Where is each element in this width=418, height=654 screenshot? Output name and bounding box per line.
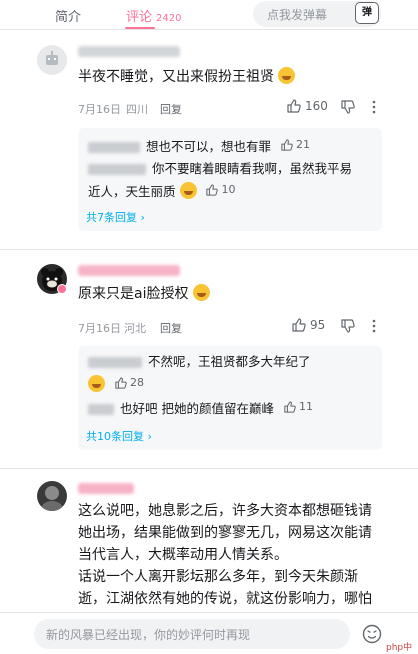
user-photo-icon xyxy=(41,486,63,511)
sub-like-count: 28 xyxy=(129,376,144,389)
sub-reply: 想也不可以，想也有罪 21 xyxy=(88,135,310,157)
comment-date: 7月16日 xyxy=(78,103,121,116)
sub-reply-username[interactable] xyxy=(88,142,140,153)
sub-reply: 你不要瞎着眼睛看我啊，虽然我平易 xyxy=(88,159,378,179)
avatar[interactable] xyxy=(37,45,67,75)
comment-input[interactable]: 新的风暴已经出现，你的妙评何时再现 xyxy=(34,619,350,649)
thumbs-up-icon xyxy=(292,318,306,332)
avatar[interactable] xyxy=(37,481,67,511)
top-tab-bar: 简介 评论 2420 点我发弹幕 弹 xyxy=(0,0,418,30)
sub-like-count: 21 xyxy=(296,138,310,151)
thumbs-down-icon[interactable] xyxy=(341,319,355,333)
comment-line: 逝，江湖依然有她的传说，就这份影响力，哪怕 xyxy=(78,591,372,607)
sub-replies-panel: 想也不可以，想也有罪 21 你不要瞎着眼睛看我啊，虽然我平易 近人，天生丽质 1… xyxy=(78,128,382,231)
comment-text-content: 原来只是ai脸授权 xyxy=(78,286,189,302)
vip-badge-icon xyxy=(57,284,67,294)
like-button[interactable]: 95 xyxy=(292,318,325,332)
sub-like-button[interactable]: 28 xyxy=(115,373,144,393)
sub-reply-username[interactable] xyxy=(88,404,114,415)
comment-line: 话说一个人离开影坛那么多年，到今天朱颜渐 xyxy=(78,569,358,585)
like-button[interactable]: 160 xyxy=(287,99,328,113)
sub-reply-text-line1: 你不要瞎着眼睛看我啊，虽然我平易 xyxy=(152,161,353,176)
reply-button[interactable]: 回复 xyxy=(160,101,182,117)
sub-like-count: 11 xyxy=(298,400,313,413)
danmaku-toggle-icon[interactable]: 弹 xyxy=(355,2,379,24)
comment-text: 这么说吧，她息影之后，许多大资本都想砸钱请 她出场，结果能做到的寥寥无几，网易这… xyxy=(78,500,398,610)
comment-divider xyxy=(0,249,418,250)
sub-reply-continued: 近人，天生丽质 10 xyxy=(88,180,235,202)
comment-text: 半夜不睡觉，又出来假扮王祖贤 xyxy=(78,66,296,88)
thumbs-down-icon[interactable] xyxy=(341,100,355,114)
comment-location: 河北 xyxy=(124,322,146,335)
thumbs-up-icon xyxy=(115,377,127,389)
shocked-emoji-icon xyxy=(278,67,296,84)
tab-comments-label: 评论 xyxy=(126,10,153,25)
laughing-emoji-icon xyxy=(88,375,105,392)
sub-reply-text: 也好吧 把她的颜值留在巅峰 xyxy=(120,401,274,416)
thumbs-up-icon xyxy=(206,184,219,196)
like-count: 160 xyxy=(305,99,328,113)
more-options-icon[interactable] xyxy=(371,319,377,333)
sub-replies-panel: 不然呢，王祖贤都多大年纪了 28 也好吧 把她的颜值留在巅峰 11 共10条回复… xyxy=(78,346,382,450)
sub-like-button[interactable]: 10 xyxy=(206,180,235,200)
tab-comments[interactable]: 评论 2420 xyxy=(126,6,181,25)
comment-date: 7月16日 xyxy=(78,322,121,335)
more-options-icon[interactable] xyxy=(371,100,377,114)
watermark-text: php中文网 xyxy=(386,643,413,653)
sub-like-button[interactable]: 21 xyxy=(281,135,310,155)
active-tab-indicator xyxy=(125,27,155,29)
username[interactable] xyxy=(78,265,180,276)
emoji-picker-icon[interactable] xyxy=(362,624,382,644)
sub-like-button[interactable]: 11 xyxy=(284,397,313,417)
thumbs-up-icon xyxy=(287,99,301,113)
view-more-replies-link[interactable]: 共7条回复 › xyxy=(86,209,145,225)
danmaku-input[interactable]: 点我发弹幕 弹 xyxy=(253,1,381,27)
sub-reply-text: 想也不可以，想也有罪 xyxy=(146,139,272,154)
comment-line: 她出场，结果能做到的寥寥无几，网易这次能请 xyxy=(78,525,372,541)
reply-button[interactable]: 回复 xyxy=(160,320,182,336)
comment-input-bar: 新的风暴已经出现，你的妙评何时再现 xyxy=(0,612,418,654)
username[interactable] xyxy=(78,483,134,494)
sub-reply-text: 不然呢，王祖贤都多大年纪了 xyxy=(148,354,311,369)
sub-reply-continued: 28 xyxy=(88,373,144,395)
comments-count: 2420 xyxy=(156,13,182,24)
comment-text-content: 半夜不睡觉，又出来假扮王祖贤 xyxy=(78,69,274,85)
thumbs-up-icon xyxy=(281,139,293,151)
tab-intro[interactable]: 简介 xyxy=(55,6,81,25)
sub-reply-text-line2: 近人，天生丽质 xyxy=(88,184,176,199)
comment-input-placeholder: 新的风暴已经出现，你的妙评何时再现 xyxy=(46,628,251,642)
laughing-emoji-icon xyxy=(192,284,210,301)
sub-reply: 不然呢，王祖贤都多大年纪了 xyxy=(88,352,311,372)
comment-text: 原来只是ai脸授权 xyxy=(78,283,210,305)
sub-reply-username[interactable] xyxy=(88,357,142,368)
more-replies-label: 共10条回复 xyxy=(86,430,144,443)
thumbs-up-icon xyxy=(284,401,296,413)
comment-divider xyxy=(0,468,418,469)
comment-line: 这么说吧，她息影之后，许多大资本都想砸钱请 xyxy=(78,503,372,519)
comment-location: 四川 xyxy=(126,103,148,116)
more-replies-label: 共7条回复 xyxy=(86,211,137,224)
view-more-replies-link[interactable]: 共10条回复 › xyxy=(86,428,152,444)
sub-like-count: 10 xyxy=(221,183,236,196)
username[interactable] xyxy=(78,46,180,57)
default-avatar-icon xyxy=(46,51,58,65)
sub-reply-username[interactable] xyxy=(88,164,146,175)
like-count: 95 xyxy=(310,318,326,332)
sub-reply: 也好吧 把她的颜值留在巅峰 11 xyxy=(88,397,313,419)
comment-line: 当代言人，大概率动用人情关系。 xyxy=(78,547,288,563)
danmaku-placeholder: 点我发弹幕 xyxy=(267,8,328,22)
smiling-emoji-icon xyxy=(179,182,197,199)
